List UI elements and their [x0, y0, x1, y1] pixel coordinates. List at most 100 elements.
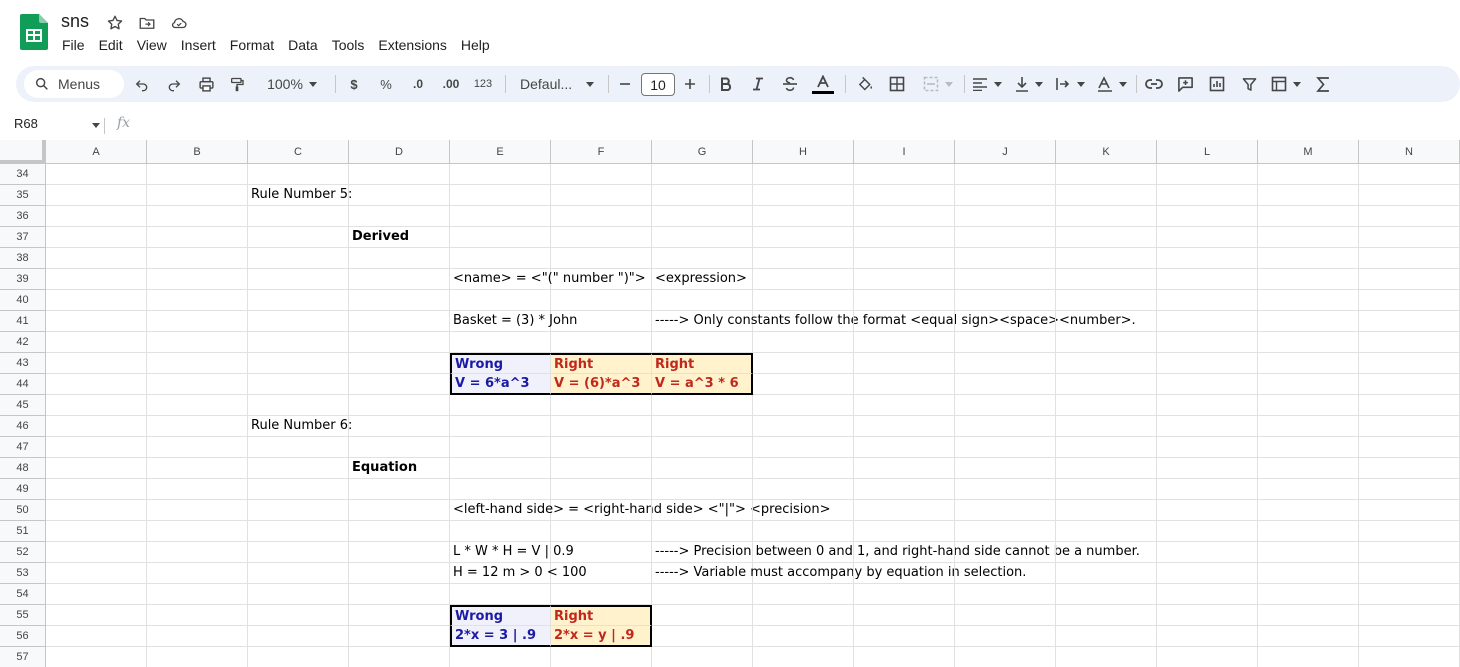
menu-edit[interactable]: Edit [92, 36, 130, 56]
star-icon[interactable] [105, 13, 125, 33]
cell-l34[interactable] [1157, 164, 1258, 185]
cell-l56[interactable] [1157, 626, 1258, 647]
row-header[interactable]: 36 [0, 206, 46, 227]
cell-a43[interactable] [46, 353, 147, 374]
cell-l49[interactable] [1157, 479, 1258, 500]
more-formats-button[interactable]: 123 [471, 66, 495, 102]
cell-g39[interactable]: <expression> [652, 269, 753, 290]
cell-a34[interactable] [46, 164, 147, 185]
cell-j55[interactable] [955, 605, 1056, 626]
cell-n54[interactable] [1359, 584, 1460, 605]
row-header[interactable]: 45 [0, 395, 46, 416]
column-header-i[interactable]: I [854, 140, 955, 164]
cell-k38[interactable] [1056, 248, 1157, 269]
cell-c35[interactable]: Rule Number 5: [248, 185, 352, 206]
column-header-d[interactable]: D [349, 140, 450, 164]
cell-l52[interactable] [1157, 542, 1258, 563]
cell-d48[interactable]: Equation [349, 458, 450, 479]
cell-d55[interactable] [349, 605, 450, 626]
column-header-l[interactable]: L [1157, 140, 1258, 164]
cell-k36[interactable] [1056, 206, 1157, 227]
cell-m57[interactable] [1258, 647, 1359, 667]
cell-h43[interactable] [753, 353, 854, 374]
cell-i35[interactable] [854, 185, 955, 206]
cell-d41[interactable] [349, 311, 450, 332]
cell-c38[interactable] [248, 248, 349, 269]
column-header-a[interactable]: A [46, 140, 147, 164]
cell-e41[interactable]: Basket = (3) * John [450, 311, 577, 332]
cell-l41[interactable] [1157, 311, 1258, 332]
paint-format-icon[interactable] [225, 66, 249, 102]
cell-i34[interactable] [854, 164, 955, 185]
cell-f48[interactable] [551, 458, 652, 479]
cell-e47[interactable] [450, 437, 551, 458]
column-header-j[interactable]: J [955, 140, 1056, 164]
row-header[interactable]: 39 [0, 269, 46, 290]
cell-e51[interactable] [450, 521, 551, 542]
cell-d40[interactable] [349, 290, 450, 311]
cell-j43[interactable] [955, 353, 1056, 374]
row-header[interactable]: 56 [0, 626, 46, 647]
cell-l47[interactable] [1157, 437, 1258, 458]
cell-m43[interactable] [1258, 353, 1359, 374]
cell-j46[interactable] [955, 416, 1056, 437]
cloud-saved-icon[interactable] [169, 13, 189, 33]
menu-insert[interactable]: Insert [174, 36, 223, 56]
cell-m47[interactable] [1258, 437, 1359, 458]
cell-c34[interactable] [248, 164, 349, 185]
row-header[interactable]: 43 [0, 353, 46, 374]
cell-n57[interactable] [1359, 647, 1460, 667]
cell-c48[interactable] [248, 458, 349, 479]
cell-g46[interactable] [652, 416, 753, 437]
cell-n53[interactable] [1359, 563, 1460, 584]
cell-i56[interactable] [854, 626, 955, 647]
column-header-c[interactable]: C [248, 140, 349, 164]
cell-b36[interactable] [147, 206, 248, 227]
text-rotation-icon[interactable] [1096, 66, 1128, 102]
cell-f40[interactable] [551, 290, 652, 311]
cell-h54[interactable] [753, 584, 854, 605]
cell-l43[interactable] [1157, 353, 1258, 374]
cell-g40[interactable] [652, 290, 753, 311]
cell-m46[interactable] [1258, 416, 1359, 437]
cell-l39[interactable] [1157, 269, 1258, 290]
cell-d43[interactable] [349, 353, 450, 374]
cell-n46[interactable] [1359, 416, 1460, 437]
insert-chart-icon[interactable] [1206, 66, 1228, 102]
cell-i37[interactable] [854, 227, 955, 248]
row-header[interactable]: 34 [0, 164, 46, 185]
cell-i47[interactable] [854, 437, 955, 458]
cell-b54[interactable] [147, 584, 248, 605]
cell-k37[interactable] [1056, 227, 1157, 248]
menu-extensions[interactable]: Extensions [371, 36, 453, 56]
cell-g45[interactable] [652, 395, 753, 416]
cell-g38[interactable] [652, 248, 753, 269]
undo-icon[interactable] [130, 66, 154, 102]
cell-j51[interactable] [955, 521, 1056, 542]
cell-n49[interactable] [1359, 479, 1460, 500]
cell-b37[interactable] [147, 227, 248, 248]
row-header[interactable]: 47 [0, 437, 46, 458]
cell-l35[interactable] [1157, 185, 1258, 206]
cell-e42[interactable] [450, 332, 551, 353]
document-title[interactable]: sns [61, 11, 89, 32]
cell-f36[interactable] [551, 206, 652, 227]
cell-j44[interactable] [955, 374, 1056, 395]
cell-c46[interactable]: Rule Number 6: [248, 416, 352, 437]
cell-m37[interactable] [1258, 227, 1359, 248]
cell-c39[interactable] [248, 269, 349, 290]
menu-tools[interactable]: Tools [325, 36, 372, 56]
cell-i46[interactable] [854, 416, 955, 437]
cell-k48[interactable] [1056, 458, 1157, 479]
cell-a52[interactable] [46, 542, 147, 563]
cell-j45[interactable] [955, 395, 1056, 416]
cell-e36[interactable] [450, 206, 551, 227]
cell-n39[interactable] [1359, 269, 1460, 290]
cell-a35[interactable] [46, 185, 147, 206]
cell-j53[interactable] [955, 563, 1056, 584]
cell-b35[interactable] [147, 185, 248, 206]
cell-n42[interactable] [1359, 332, 1460, 353]
row-header[interactable]: 57 [0, 647, 46, 667]
cell-g42[interactable] [652, 332, 753, 353]
cell-j47[interactable] [955, 437, 1056, 458]
